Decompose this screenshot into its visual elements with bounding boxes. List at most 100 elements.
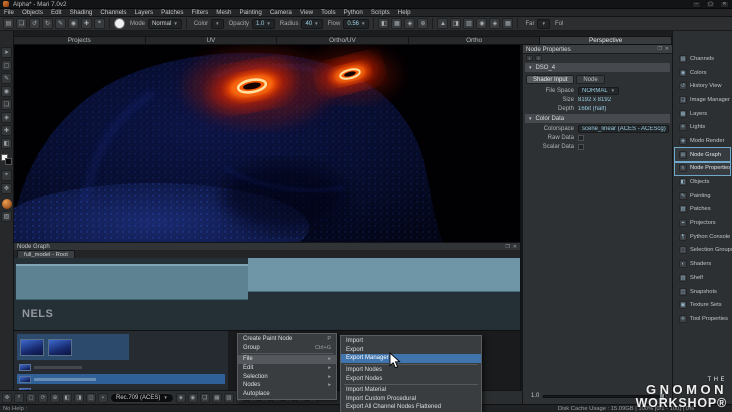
sidebar-item-painting[interactable]: ✎ Painting bbox=[675, 189, 730, 203]
sidebar-item-channels[interactable]: ▤ Channels bbox=[675, 52, 730, 66]
close-panel-icon[interactable]: ✕ bbox=[665, 46, 669, 52]
wireframe-toggle-icon[interactable] bbox=[476, 18, 488, 29]
menu-item-group[interactable]: Group Ctrl+G bbox=[238, 344, 336, 353]
menu-item-import-custom-procedural[interactable]: Import Custom Procedural bbox=[341, 395, 481, 404]
float-panel-icon[interactable]: ❐ bbox=[657, 46, 661, 52]
minimize-button[interactable]: – bbox=[692, 0, 701, 8]
channel-row-selected[interactable] bbox=[17, 374, 225, 384]
mask-toggle-icon[interactable] bbox=[391, 18, 403, 29]
menu-item-export-manager[interactable]: Export Manager bbox=[341, 354, 481, 363]
sidebar-item-history-view[interactable]: ↺ History View bbox=[675, 79, 730, 93]
menu-item-edit[interactable]: Edit ▸ bbox=[238, 364, 336, 373]
menu-mesh[interactable]: Mesh bbox=[212, 9, 235, 16]
mirror-x-icon[interactable]: ◧ bbox=[62, 392, 72, 403]
symmetry-toggle-icon[interactable] bbox=[404, 18, 416, 29]
rotate-view-icon[interactable]: ⟳ bbox=[38, 392, 48, 403]
scalar-data-checkbox[interactable] bbox=[578, 143, 584, 150]
pan-icon[interactable]: ✥ bbox=[2, 392, 12, 403]
sidebar-item-lights[interactable]: ☀ Lights bbox=[675, 120, 730, 134]
maximize-button[interactable]: ▢ bbox=[706, 0, 715, 8]
color-data-section-header[interactable]: ▼ Color Data bbox=[525, 114, 670, 123]
sidebar-item-texture-sets[interactable]: ▣ Texture Sets bbox=[675, 298, 730, 312]
paint-tool-icon[interactable]: ✎ bbox=[1, 73, 12, 84]
close-panel-icon[interactable]: ✕ bbox=[513, 244, 517, 250]
tab-ortho-uv[interactable]: Ortho/UV bbox=[277, 36, 409, 45]
sidebar-item-shelf[interactable]: ▥ Shelf bbox=[675, 271, 730, 285]
channel-thumbnail[interactable] bbox=[20, 338, 44, 356]
sidebar-item-modo-render[interactable]: ◈ Modo Render bbox=[675, 134, 730, 148]
zoom-icon[interactable]: ⌕ bbox=[14, 392, 24, 403]
sidebar-item-image-manager[interactable]: ❏ Image Manager bbox=[675, 93, 730, 107]
menu-view[interactable]: View bbox=[296, 9, 317, 16]
menu-camera[interactable]: Camera bbox=[266, 9, 296, 16]
snap-toggle-icon[interactable] bbox=[417, 18, 429, 29]
menu-item-export[interactable]: Export bbox=[341, 346, 481, 355]
menu-item-file[interactable]: File ▸ bbox=[238, 355, 336, 364]
menu-filters[interactable]: Filters bbox=[187, 9, 212, 16]
select-tool-icon[interactable]: ➤ bbox=[1, 47, 12, 58]
redo-icon[interactable] bbox=[42, 18, 53, 29]
tab-node[interactable]: Node bbox=[576, 75, 605, 84]
sidebar-item-patches[interactable]: ▧ Patches bbox=[675, 203, 730, 217]
transform-tool-icon[interactable]: ✥ bbox=[1, 183, 12, 194]
sidebar-item-shaders[interactable]: ◐ Shaders bbox=[675, 257, 730, 271]
view-colorspace-select[interactable]: Rec.709 (ACES) ▼ bbox=[110, 392, 174, 403]
far-select[interactable]: ▼ bbox=[537, 18, 550, 29]
raw-data-checkbox[interactable] bbox=[578, 134, 584, 141]
paint-buffer-icon[interactable]: ❏ bbox=[199, 392, 210, 403]
menu-shading[interactable]: Shading bbox=[66, 9, 97, 16]
sidebar-item-layers[interactable]: ▦ Layers bbox=[675, 107, 730, 121]
shader-ball-icon[interactable] bbox=[1, 199, 12, 209]
new-project-icon[interactable] bbox=[3, 18, 14, 29]
add-node-icon[interactable] bbox=[81, 18, 92, 29]
shadow-mode-icon[interactable] bbox=[463, 18, 475, 29]
node-graph-tab[interactable]: full_model - Root bbox=[17, 250, 75, 258]
menu-item-selection[interactable]: Selection ▸ bbox=[238, 372, 336, 381]
tab-projects[interactable]: Projects bbox=[14, 36, 146, 45]
channel-item-selected[interactable] bbox=[17, 334, 129, 360]
flow-field[interactable]: 0.56 ▼ bbox=[343, 18, 370, 29]
paint-brush-icon[interactable] bbox=[55, 18, 66, 29]
mirror-y-icon[interactable]: ◨ bbox=[74, 392, 84, 403]
eraser-tool-icon[interactable]: ◉ bbox=[1, 86, 12, 97]
mirror-toggle-icon[interactable] bbox=[502, 18, 514, 29]
tab-uv[interactable]: UV bbox=[145, 36, 278, 45]
sidebar-item-selection-groups[interactable]: ⬚ Selection Groups bbox=[675, 244, 732, 258]
eyedropper-tool-icon[interactable]: ⌖ bbox=[1, 170, 12, 181]
menu-patches[interactable]: Patches bbox=[157, 9, 187, 16]
menu-item-export-all-channel-nodes-flattened[interactable]: Export All Channel Nodes Flattened bbox=[341, 403, 481, 412]
projection-through-icon[interactable]: ◉ bbox=[187, 392, 198, 403]
sidebar-item-objects[interactable]: ◧ Objects bbox=[675, 175, 730, 189]
symmetry-icon[interactable]: ◫ bbox=[86, 392, 96, 403]
gradient-tool-icon[interactable]: ◧ bbox=[1, 138, 12, 149]
radius-field[interactable]: 40 ▼ bbox=[301, 18, 323, 29]
snap-icon[interactable]: ⊕ bbox=[50, 392, 60, 403]
hud-toggle-icon[interactable] bbox=[489, 18, 501, 29]
sidebar-item-snapshots[interactable]: ◫ Snapshots bbox=[675, 285, 730, 299]
save-icon[interactable] bbox=[16, 18, 27, 29]
node-block[interactable] bbox=[16, 264, 248, 300]
menu-item-export-nodes[interactable]: Export Nodes bbox=[341, 374, 481, 383]
menu-item-import[interactable]: Import bbox=[341, 337, 481, 346]
menu-help[interactable]: Help bbox=[394, 9, 415, 16]
close-button[interactable]: ✕ bbox=[720, 0, 729, 8]
color-select[interactable]: ▼ bbox=[211, 18, 224, 29]
edge-mask-icon[interactable]: ▧ bbox=[223, 392, 234, 403]
foreground-color-swatch[interactable] bbox=[114, 18, 125, 29]
file-space-select[interactable]: NORMAL ▼ bbox=[578, 86, 620, 95]
frame-all-icon[interactable]: ▢ bbox=[26, 392, 36, 403]
viewport-3d[interactable] bbox=[14, 45, 520, 242]
tab-perspective[interactable]: Perspective bbox=[540, 36, 672, 45]
eraser-icon[interactable] bbox=[68, 18, 79, 29]
sidebar-item-node-properties[interactable]: ≡ Node Properties bbox=[674, 160, 731, 177]
fg-bg-color-swatch[interactable] bbox=[1, 154, 12, 165]
clone-tool-icon[interactable]: ❏ bbox=[1, 99, 12, 110]
menu-edit[interactable]: Edit bbox=[47, 9, 66, 16]
sidebar-item-colors[interactable]: ◉ Colors bbox=[675, 66, 730, 80]
menu-python[interactable]: Python bbox=[340, 9, 367, 16]
blur-tool-icon[interactable]: ◈ bbox=[1, 112, 12, 123]
node-graph-canvas[interactable]: NELS bbox=[14, 258, 520, 330]
projection-toggle-icon[interactable] bbox=[378, 18, 390, 29]
camera-up-icon[interactable] bbox=[437, 18, 449, 29]
list-icon[interactable]: ≡ bbox=[535, 55, 542, 61]
